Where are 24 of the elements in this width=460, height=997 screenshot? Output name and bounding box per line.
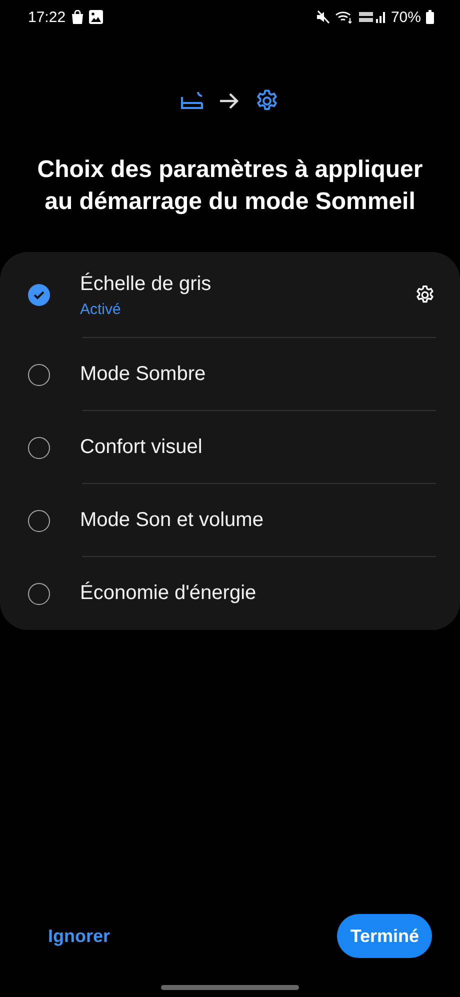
checkbox[interactable] — [28, 436, 50, 458]
option-label[interactable]: Confort visuel — [80, 436, 436, 459]
shopping-bag-icon — [70, 10, 84, 24]
image-icon — [88, 10, 103, 24]
arrow-icon — [218, 91, 240, 111]
mute-icon — [316, 10, 330, 24]
skip-button[interactable]: Ignorer — [36, 918, 122, 954]
checkbox[interactable] — [28, 582, 50, 604]
checkbox[interactable] — [28, 510, 50, 532]
option-status: Activé — [80, 300, 122, 318]
signal-icon — [358, 10, 386, 24]
done-button[interactable]: Terminé — [337, 914, 432, 958]
option-label[interactable]: Échelle de gris — [80, 272, 414, 296]
battery-percent: 70% — [390, 8, 421, 26]
checkbox[interactable] — [28, 284, 50, 306]
option-label[interactable]: Économie d'énergie — [80, 582, 436, 605]
wifi-icon — [334, 10, 353, 24]
battery-icon — [426, 10, 434, 24]
page-title: Choix des paramètres à appliquer au démarrage du mode Sommeil — [36, 155, 424, 217]
clock: 17:22 — [28, 8, 66, 26]
option-label[interactable]: Mode Son et volume — [80, 509, 436, 532]
check-icon — [33, 290, 45, 300]
checkbox[interactable] — [28, 364, 50, 386]
option-label[interactable]: Mode Sombre — [80, 363, 436, 386]
